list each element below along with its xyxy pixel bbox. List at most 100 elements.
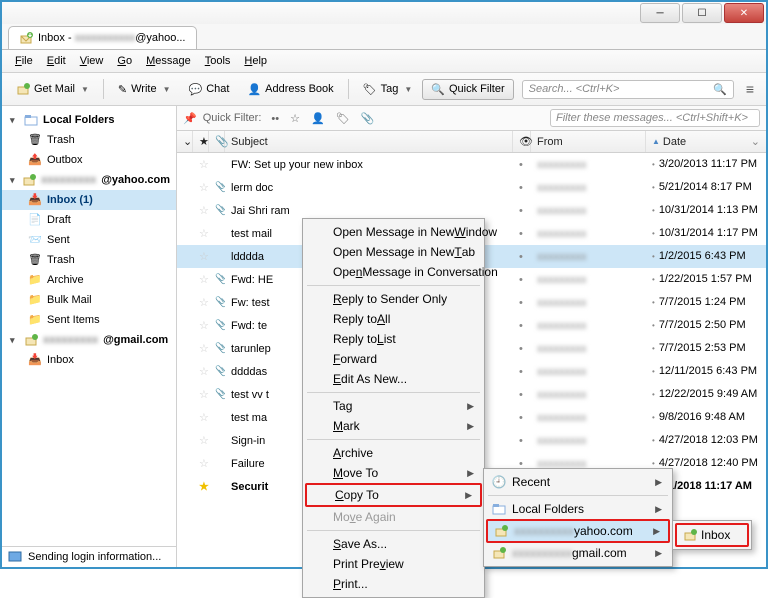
- account-folder-submenu[interactable]: Inbox: [672, 520, 752, 550]
- submenu-recent[interactable]: 🕘Recent: [486, 472, 670, 492]
- ctx-reply-to-sender-only[interactable]: Reply to Sender Only: [305, 289, 482, 309]
- write-button[interactable]: ✎Write▼: [110, 78, 179, 101]
- star-icon[interactable]: ☆: [199, 343, 209, 355]
- ctx-print[interactable]: Print...: [305, 574, 482, 594]
- row-from: xxxxxxxxx: [531, 432, 646, 450]
- col-from[interactable]: From: [531, 131, 646, 152]
- sidebar-inbox-gmail[interactable]: 📥Inbox: [2, 350, 176, 370]
- tab-inbox[interactable]: Inbox - xxxxxxxxxxx@yahoo...: [8, 26, 197, 49]
- sidebar-draft[interactable]: 📄Draft: [2, 210, 176, 230]
- ctx-reply-to-list[interactable]: Reply to List: [305, 329, 482, 349]
- filter-input[interactable]: Filter these messages... <Ctrl+Shift+K>: [550, 109, 760, 127]
- star-icon[interactable]: ☆: [199, 205, 209, 217]
- menu-help[interactable]: Help: [239, 53, 272, 69]
- ctx-open-message-in-new-window[interactable]: Open Message in New Window: [305, 222, 482, 242]
- col-date[interactable]: ▲ Date ⌄: [646, 131, 766, 152]
- star-icon[interactable]: ☆: [199, 435, 209, 447]
- col-attach[interactable]: 📎: [209, 131, 225, 152]
- close-button[interactable]: ✕: [724, 3, 764, 23]
- ctx-open-message-in-conversation[interactable]: Open Message in Conversation: [305, 262, 482, 282]
- table-row[interactable]: ☆FW: Set up your new inbox•xxxxxxxxx•3/2…: [177, 153, 766, 176]
- sidebar-archive[interactable]: 📁Archive: [2, 270, 176, 290]
- sidebar-trash[interactable]: 🗑Trash: [2, 130, 176, 150]
- star-icon[interactable]: ☆: [199, 320, 209, 332]
- ctx-archive[interactable]: Archive: [305, 443, 482, 463]
- star-icon[interactable]: ☆: [199, 366, 209, 378]
- message-context-menu[interactable]: Open Message in New WindowOpen Message i…: [302, 218, 485, 598]
- ctx-save-as[interactable]: Save As...: [305, 534, 482, 554]
- maximize-button[interactable]: ☐: [682, 3, 722, 23]
- pin-icon[interactable]: 📌: [183, 112, 197, 125]
- ctx-edit-as-new[interactable]: Edit As New...: [305, 369, 482, 389]
- local-folders[interactable]: ▾Local Folders: [2, 110, 176, 130]
- star-icon[interactable]: ☆: [199, 297, 209, 309]
- chat-button[interactable]: 💬Chat: [181, 78, 238, 101]
- table-row[interactable]: ☆📎lerm doc•xxxxxxxxx•5/21/2014 8:17 PM: [177, 176, 766, 199]
- filter-contact-icon[interactable]: 👤: [307, 113, 329, 125]
- star-icon[interactable]: ☆: [199, 458, 209, 470]
- col-subject[interactable]: Subject: [225, 131, 513, 152]
- ctx-forward[interactable]: Forward: [305, 349, 482, 369]
- ctx-move-to[interactable]: Move To: [305, 463, 482, 483]
- address-book-button[interactable]: 👤Address Book: [239, 78, 341, 101]
- sidebar-sent[interactable]: 📨Sent: [2, 230, 176, 250]
- star-icon[interactable]: ☆: [199, 228, 209, 240]
- menu-view[interactable]: View: [75, 53, 109, 69]
- copy-to-submenu[interactable]: 🕘Recent Local Folders xxxxxxxxxxyahoo.co…: [483, 468, 673, 567]
- filter-star-icon[interactable]: ☆: [286, 113, 304, 125]
- clock-icon: 🕘: [492, 475, 506, 489]
- star-icon[interactable]: ☆: [199, 274, 209, 286]
- account-gmail[interactable]: ▾xxxxxxxxx@gmail.com: [2, 330, 176, 350]
- star-icon[interactable]: ☆: [199, 412, 209, 424]
- submenu-yahoo-account[interactable]: xxxxxxxxxxyahoo.com: [486, 519, 670, 543]
- sidebar-outbox[interactable]: 📤Outbox: [2, 150, 176, 170]
- minimize-button[interactable]: ─: [640, 3, 680, 23]
- tag-button[interactable]: 🏷Tag▼: [355, 78, 421, 101]
- attachment-icon: 📎: [215, 204, 225, 216]
- outbox-icon: 📤: [28, 153, 42, 167]
- row-from: xxxxxxxxx: [531, 225, 646, 243]
- menu-message[interactable]: Message: [141, 53, 196, 69]
- row-subject: lerm doc: [225, 179, 513, 197]
- col-read[interactable]: 👁: [513, 131, 531, 152]
- submenu-gmail-account[interactable]: xxxxxxxxxxgmail.com: [486, 543, 670, 563]
- account-yahoo[interactable]: ▾xxxxxxxxx@yahoo.com: [2, 170, 176, 190]
- sidebar-inbox-yahoo[interactable]: 📥Inbox (1): [2, 190, 176, 210]
- filter-attach-icon[interactable]: 📎: [357, 113, 379, 125]
- menu-file[interactable]: File: [10, 53, 38, 69]
- ctx-tag[interactable]: Tag: [305, 396, 482, 416]
- app-menu-button[interactable]: ≡: [740, 77, 760, 101]
- submenu-local-folders[interactable]: Local Folders: [486, 499, 670, 519]
- row-from: xxxxxxxxx: [531, 317, 646, 335]
- get-mail-button[interactable]: Get Mail▼: [8, 77, 97, 101]
- ctx-open-message-in-new-tab[interactable]: Open Message in New Tab: [305, 242, 482, 262]
- filter-tag-icon[interactable]: 🏷: [332, 113, 354, 125]
- sidebar-trash2[interactable]: 🗑Trash: [2, 250, 176, 270]
- filter-unread-icon[interactable]: ••: [267, 113, 283, 125]
- menu-edit[interactable]: Edit: [42, 53, 71, 69]
- activity-icon: [8, 551, 22, 563]
- row-date: •5/21/2014 8:17 PM: [646, 178, 766, 197]
- col-thread[interactable]: ⌄: [177, 131, 193, 152]
- menu-go[interactable]: Go: [112, 53, 137, 69]
- star-icon[interactable]: ★: [199, 481, 209, 493]
- star-icon[interactable]: ☆: [199, 182, 209, 194]
- sidebar-bulk[interactable]: 📁Bulk Mail: [2, 290, 176, 310]
- menu-tools[interactable]: Tools: [200, 53, 236, 69]
- star-icon[interactable]: ☆: [199, 159, 209, 171]
- folder-yellow-icon: 📁: [28, 293, 42, 307]
- ctx-mark[interactable]: Mark: [305, 416, 482, 436]
- submenu-inbox[interactable]: Inbox: [675, 523, 749, 547]
- quick-filter-button[interactable]: 🔍 Quick Filter: [422, 79, 513, 100]
- star-icon[interactable]: ☆: [199, 251, 209, 263]
- attachment-icon: 📎: [215, 273, 225, 285]
- ctx-reply-to-all[interactable]: Reply to All: [305, 309, 482, 329]
- search-input[interactable]: Search... <Ctrl+K>🔍: [522, 80, 734, 99]
- sidebar-sentitems[interactable]: 📁Sent Items: [2, 310, 176, 330]
- ctx-copy-to[interactable]: Copy To: [305, 483, 482, 507]
- sort-asc-icon: ▲: [652, 137, 660, 146]
- col-star[interactable]: ★: [193, 131, 209, 152]
- row-date: •7/7/2015 2:53 PM: [646, 339, 766, 358]
- ctx-print-preview[interactable]: Print Preview: [305, 554, 482, 574]
- star-icon[interactable]: ☆: [199, 389, 209, 401]
